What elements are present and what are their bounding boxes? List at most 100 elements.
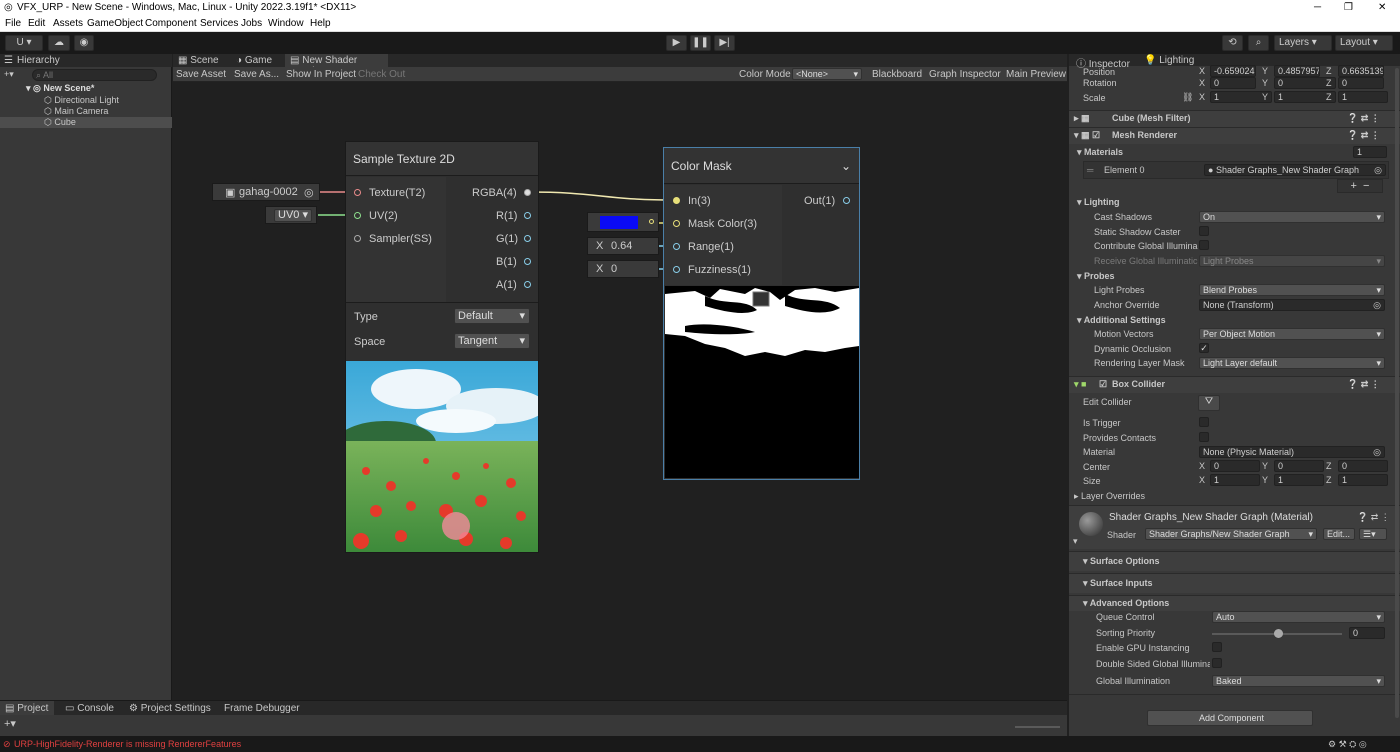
out-port[interactable] — [843, 197, 850, 204]
surface-options-header[interactable]: ▾ Surface Options — [1069, 551, 1400, 571]
center-x-field[interactable]: 0 — [1210, 460, 1260, 472]
uv-dropdown[interactable]: UV0 ▾ — [274, 209, 312, 222]
drag-handle-icon[interactable]: ═ — [1087, 165, 1093, 175]
layer-overrides-foldout[interactable]: ▸ Layer Overrides — [1074, 491, 1145, 502]
position-z-field[interactable]: 0.6635139 — [1338, 65, 1384, 77]
size-z-field[interactable]: 1 — [1338, 474, 1388, 486]
sample-texture-node[interactable]: Sample Texture 2D Texture(T2) UV(2) Samp… — [345, 141, 539, 553]
a-port[interactable] — [524, 281, 531, 288]
inspector-scrollbar[interactable] — [1395, 68, 1399, 718]
global-illumination-dropdown[interactable]: Baked ▾ — [1212, 675, 1385, 687]
add-component-button[interactable]: Add Component — [1147, 710, 1313, 726]
motion-vectors-dropdown[interactable]: Per Object Motion ▾ — [1199, 328, 1385, 340]
uv-port[interactable] — [354, 212, 361, 219]
component-menu-icons[interactable]: ❔ ⇄ ⋮ — [1347, 130, 1380, 141]
probes-foldout[interactable]: ▾ Probes — [1077, 271, 1115, 282]
link-icon[interactable]: ⛓ — [1182, 92, 1193, 103]
rotation-x-field[interactable]: 0 — [1210, 77, 1256, 89]
provides-contacts-checkbox[interactable] — [1199, 432, 1209, 442]
texture-port[interactable] — [354, 189, 361, 196]
gpu-instancing-checkbox[interactable] — [1212, 642, 1222, 652]
status-icons[interactable]: ⚙ ⚒ ⛭ ◎ — [1328, 739, 1367, 750]
element0-field[interactable]: ● Shader Graphs_New Shader Graph ◎ — [1204, 164, 1386, 176]
in-port[interactable] — [673, 197, 680, 204]
fuzziness-input-field[interactable]: X 0 — [587, 260, 659, 278]
range-value[interactable]: 0.64 — [611, 240, 632, 252]
size-y-field[interactable]: 1 — [1274, 474, 1324, 486]
scale-z-field[interactable]: 1 — [1338, 91, 1388, 103]
uv-input-field[interactable]: UV0 ▾ — [265, 206, 317, 224]
port-label: Mask Color(3) — [688, 218, 758, 230]
edit-collider-button[interactable]: ⛛ — [1198, 395, 1220, 411]
double-sided-gi-checkbox[interactable] — [1212, 658, 1222, 668]
collapse-icon[interactable]: ⌄ — [841, 148, 851, 184]
range-port[interactable] — [673, 243, 680, 250]
fuzziness-value[interactable]: 0 — [611, 263, 617, 275]
static-caster-checkbox[interactable] — [1199, 226, 1209, 236]
materials-count-field[interactable]: 1 — [1353, 146, 1387, 158]
receive-gi-dropdown[interactable]: Light Probes ▾ — [1199, 255, 1385, 267]
space-dropdown[interactable]: Tangent ▾ — [454, 333, 530, 349]
status-message[interactable]: URP-HighFidelity-Renderer is missing Ren… — [14, 739, 241, 749]
light-probes-dropdown[interactable]: Blend Probes ▾ — [1199, 284, 1385, 296]
material-foldout-icon[interactable]: ▾ — [1073, 536, 1078, 547]
component-menu-icons[interactable]: ❔ ⇄ ⋮ — [1347, 113, 1380, 124]
tab-project-settings[interactable]: ⚙ Project Settings — [129, 703, 211, 714]
material-menu-icons[interactable]: ❔ ⇄ ⋮ — [1357, 512, 1390, 523]
box-collider-header[interactable]: ▾ ■ ☑ Box Collider ❔ ⇄ ⋮ — [1069, 376, 1400, 393]
shader-label: Shader — [1107, 530, 1137, 540]
r-port[interactable] — [524, 212, 531, 219]
g-port[interactable] — [524, 235, 531, 242]
range-input-field[interactable]: X 0.64 — [587, 237, 659, 255]
sorting-slider-thumb[interactable] — [1274, 629, 1283, 638]
lighting-foldout[interactable]: ▾ Lighting — [1077, 197, 1120, 208]
mask-color-swatch[interactable] — [600, 216, 638, 229]
mask-color-input-field[interactable] — [587, 212, 659, 232]
type-dropdown[interactable]: Default ▾ — [454, 308, 530, 324]
rendering-layer-mask-dropdown[interactable]: Light Layer default ▾ — [1199, 357, 1385, 369]
materials-foldout[interactable]: ▾ Materials — [1077, 147, 1123, 158]
center-y-field[interactable]: 0 — [1274, 460, 1324, 472]
component-menu-icons[interactable]: ❔ ⇄ ⋮ — [1347, 379, 1380, 390]
fuzziness-port[interactable] — [673, 266, 680, 273]
size-x-field[interactable]: 1 — [1210, 474, 1260, 486]
cast-shadows-dropdown[interactable]: On ▾ — [1199, 211, 1385, 223]
rgba-port[interactable] — [524, 189, 531, 196]
dynamic-occlusion-checkbox[interactable]: ✓ — [1199, 343, 1209, 353]
add-asset-icon[interactable]: +▾ — [4, 717, 16, 730]
light-probes-label: Light Probes — [1094, 285, 1145, 295]
edit-shader-button[interactable]: Edit... — [1323, 528, 1355, 540]
anchor-override-field[interactable]: None (Transform) ◎ — [1199, 299, 1385, 311]
object-picker-icon[interactable]: ◎ — [304, 186, 314, 199]
shader-dropdown[interactable]: Shader Graphs/New Shader Graph ▾ — [1145, 528, 1317, 540]
texture-preview-image — [346, 361, 538, 552]
physic-material-field[interactable]: None (Physic Material) ◎ — [1199, 446, 1385, 458]
mesh-renderer-header[interactable]: ▾ ▦ ☑ Mesh Renderer ❔ ⇄ ⋮ — [1069, 127, 1400, 144]
tab-frame-debugger[interactable]: Frame Debugger — [224, 703, 300, 714]
tab-console[interactable]: ▭ Console — [65, 703, 114, 714]
sorting-priority-field[interactable]: 0 — [1349, 627, 1385, 639]
mask-color-port[interactable] — [673, 220, 680, 227]
shader-menu-icon[interactable]: ☰▾ — [1359, 528, 1387, 540]
additional-settings-foldout[interactable]: ▾ Additional Settings — [1077, 315, 1166, 326]
texture-input-field[interactable]: ▣ gahag-0002 ◎ — [212, 183, 320, 201]
mesh-filter-header[interactable]: ▸ ▦ Cube (Mesh Filter) ❔ ⇄ ⋮ — [1069, 110, 1400, 127]
sampler-port[interactable] — [354, 235, 361, 242]
position-x-field[interactable]: -0.659024 — [1210, 65, 1256, 77]
surface-inputs-header[interactable]: ▾ Surface Inputs — [1069, 573, 1400, 593]
center-z-field[interactable]: 0 — [1338, 460, 1388, 472]
add-remove-buttons[interactable]: + − — [1337, 179, 1383, 193]
tab-project[interactable]: ▤ Project — [0, 701, 54, 715]
tab-lighting[interactable]: 💡 Lighting — [1144, 55, 1194, 66]
queue-control-dropdown[interactable]: Auto ▾ — [1212, 611, 1385, 623]
color-mask-node[interactable]: Color Mask ⌄ In(3) Mask Color(3) Range(1)… — [663, 147, 860, 480]
advanced-options-header[interactable]: ▾ Advanced Options — [1069, 595, 1400, 611]
position-y-field[interactable]: 0.4857957 — [1274, 65, 1320, 77]
zoom-slider[interactable] — [1015, 726, 1060, 728]
contribute-gi-checkbox[interactable] — [1199, 240, 1209, 250]
y-label: Y — [1262, 475, 1269, 485]
rotation-z-field[interactable]: 0 — [1338, 77, 1384, 89]
double-sided-gi-label: Double Sided Global Illumina — [1096, 659, 1210, 669]
b-port[interactable] — [524, 258, 531, 265]
is-trigger-checkbox[interactable] — [1199, 417, 1209, 427]
